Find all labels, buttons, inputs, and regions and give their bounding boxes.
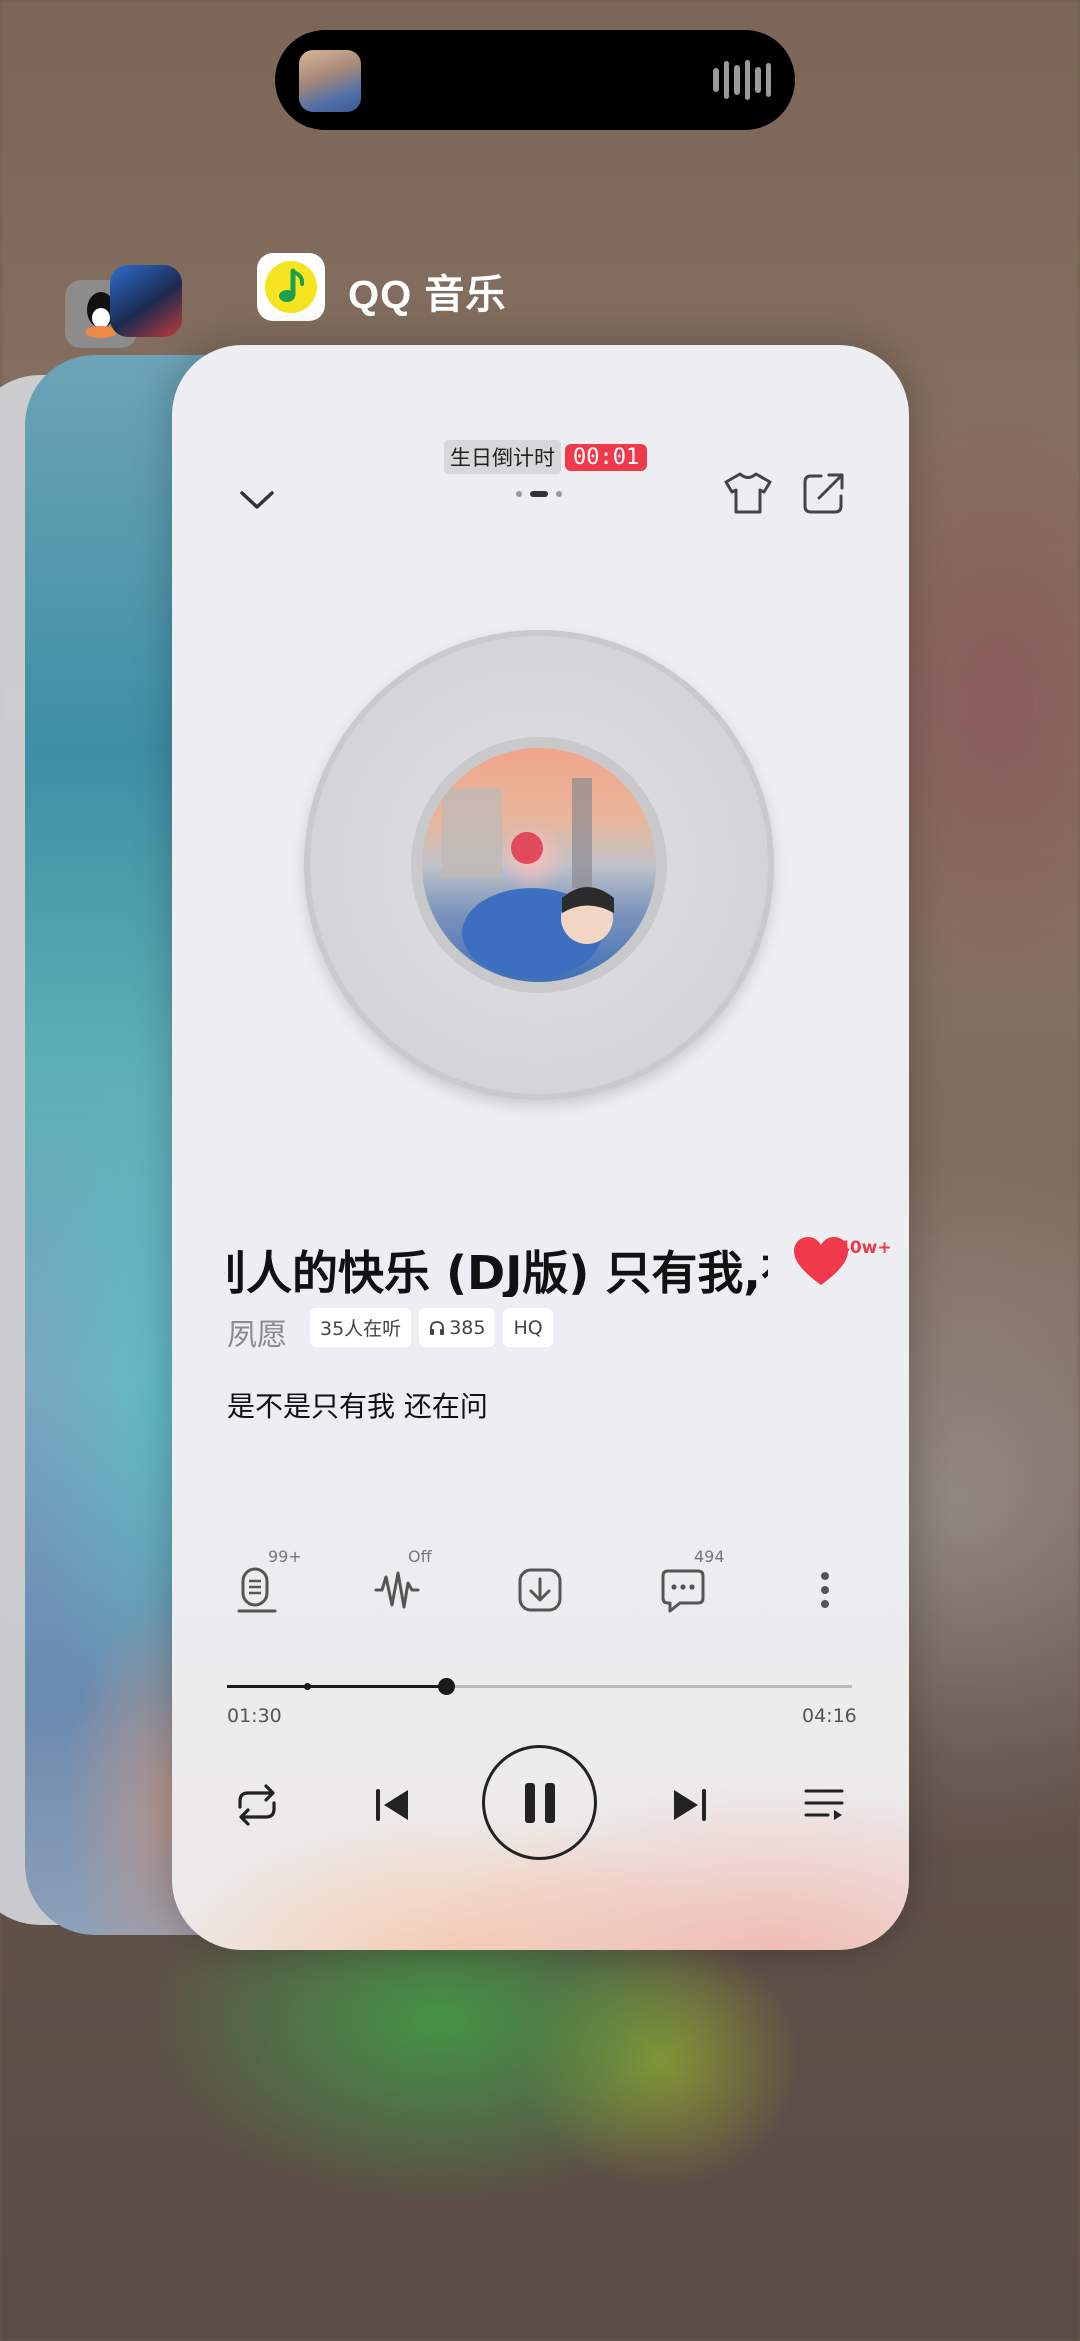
album-cover <box>422 748 656 982</box>
download-button[interactable] <box>505 1555 575 1625</box>
current-lyric[interactable]: 是不是只有我 还在问 <box>227 1385 488 1425</box>
chevron-down-icon[interactable] <box>232 475 282 525</box>
next-track-icon[interactable] <box>660 1775 720 1835</box>
app-switcher-app-name: QQ 音乐 <box>348 273 507 317</box>
comment-icon <box>661 1569 705 1613</box>
comments-badge: 494 <box>694 1547 725 1566</box>
song-title[interactable]: 别人的快乐 (DJ版) 只有我,有 <box>224 1237 768 1297</box>
sound-effect-badge: Off <box>408 1547 432 1566</box>
birthday-countdown[interactable]: 生日倒计时 00:01 <box>444 440 648 474</box>
mic-icon <box>237 1567 277 1613</box>
countdown-time: 00:01 <box>565 443 648 471</box>
skin-shirt-icon[interactable] <box>720 465 776 521</box>
download-icon <box>518 1568 562 1612</box>
countdown-label: 生日倒计时 <box>444 440 561 474</box>
total-time: 04:16 <box>802 1705 857 1727</box>
comments-button[interactable]: 494 <box>648 1547 725 1625</box>
action-row: 99+ Off 494 <box>172 1547 909 1635</box>
pause-button[interactable] <box>482 1745 597 1860</box>
game-app-icon[interactable] <box>110 265 182 337</box>
current-time: 01:30 <box>227 1705 282 1727</box>
playlist-icon[interactable] <box>794 1775 854 1835</box>
now-playing-artwork <box>299 50 361 112</box>
previous-track-icon[interactable] <box>362 1775 422 1835</box>
qq-music-app-icon[interactable] <box>257 253 325 321</box>
sound-wave-icon <box>374 1571 420 1609</box>
audio-wave-icon <box>713 58 771 102</box>
song-tags: 35人在听 385 HQ <box>310 1308 553 1347</box>
page-indicator <box>516 491 562 497</box>
share-icon[interactable] <box>796 465 852 521</box>
dynamic-island[interactable] <box>275 30 795 130</box>
headphones-icon <box>430 1320 445 1335</box>
quality-tag[interactable]: HQ <box>503 1308 553 1347</box>
plays-tag[interactable]: 385 <box>419 1308 496 1347</box>
sound-effect-button[interactable]: Off <box>362 1547 432 1625</box>
like-count: 40w+ <box>838 1238 892 1258</box>
progress-thumb[interactable] <box>437 1678 455 1695</box>
karaoke-mic-button[interactable]: 99+ <box>222 1547 302 1625</box>
more-vertical-icon <box>821 1572 829 1608</box>
chorus-marker <box>304 1683 311 1690</box>
vinyl-disc[interactable] <box>304 630 774 1100</box>
qq-music-app-card[interactable]: 生日倒计时 00:01 别人的快乐 (DJ版) 只有我,有 40w+ 夙愿 <box>172 345 909 1950</box>
progress-fill <box>227 1685 446 1688</box>
pause-icon <box>524 1782 555 1823</box>
more-button[interactable] <box>790 1555 860 1625</box>
repeat-icon[interactable] <box>227 1775 287 1835</box>
mic-badge: 99+ <box>268 1547 302 1566</box>
listeners-tag[interactable]: 35人在听 <box>310 1308 412 1347</box>
artist-name[interactable]: 夙愿 <box>227 1310 287 1354</box>
